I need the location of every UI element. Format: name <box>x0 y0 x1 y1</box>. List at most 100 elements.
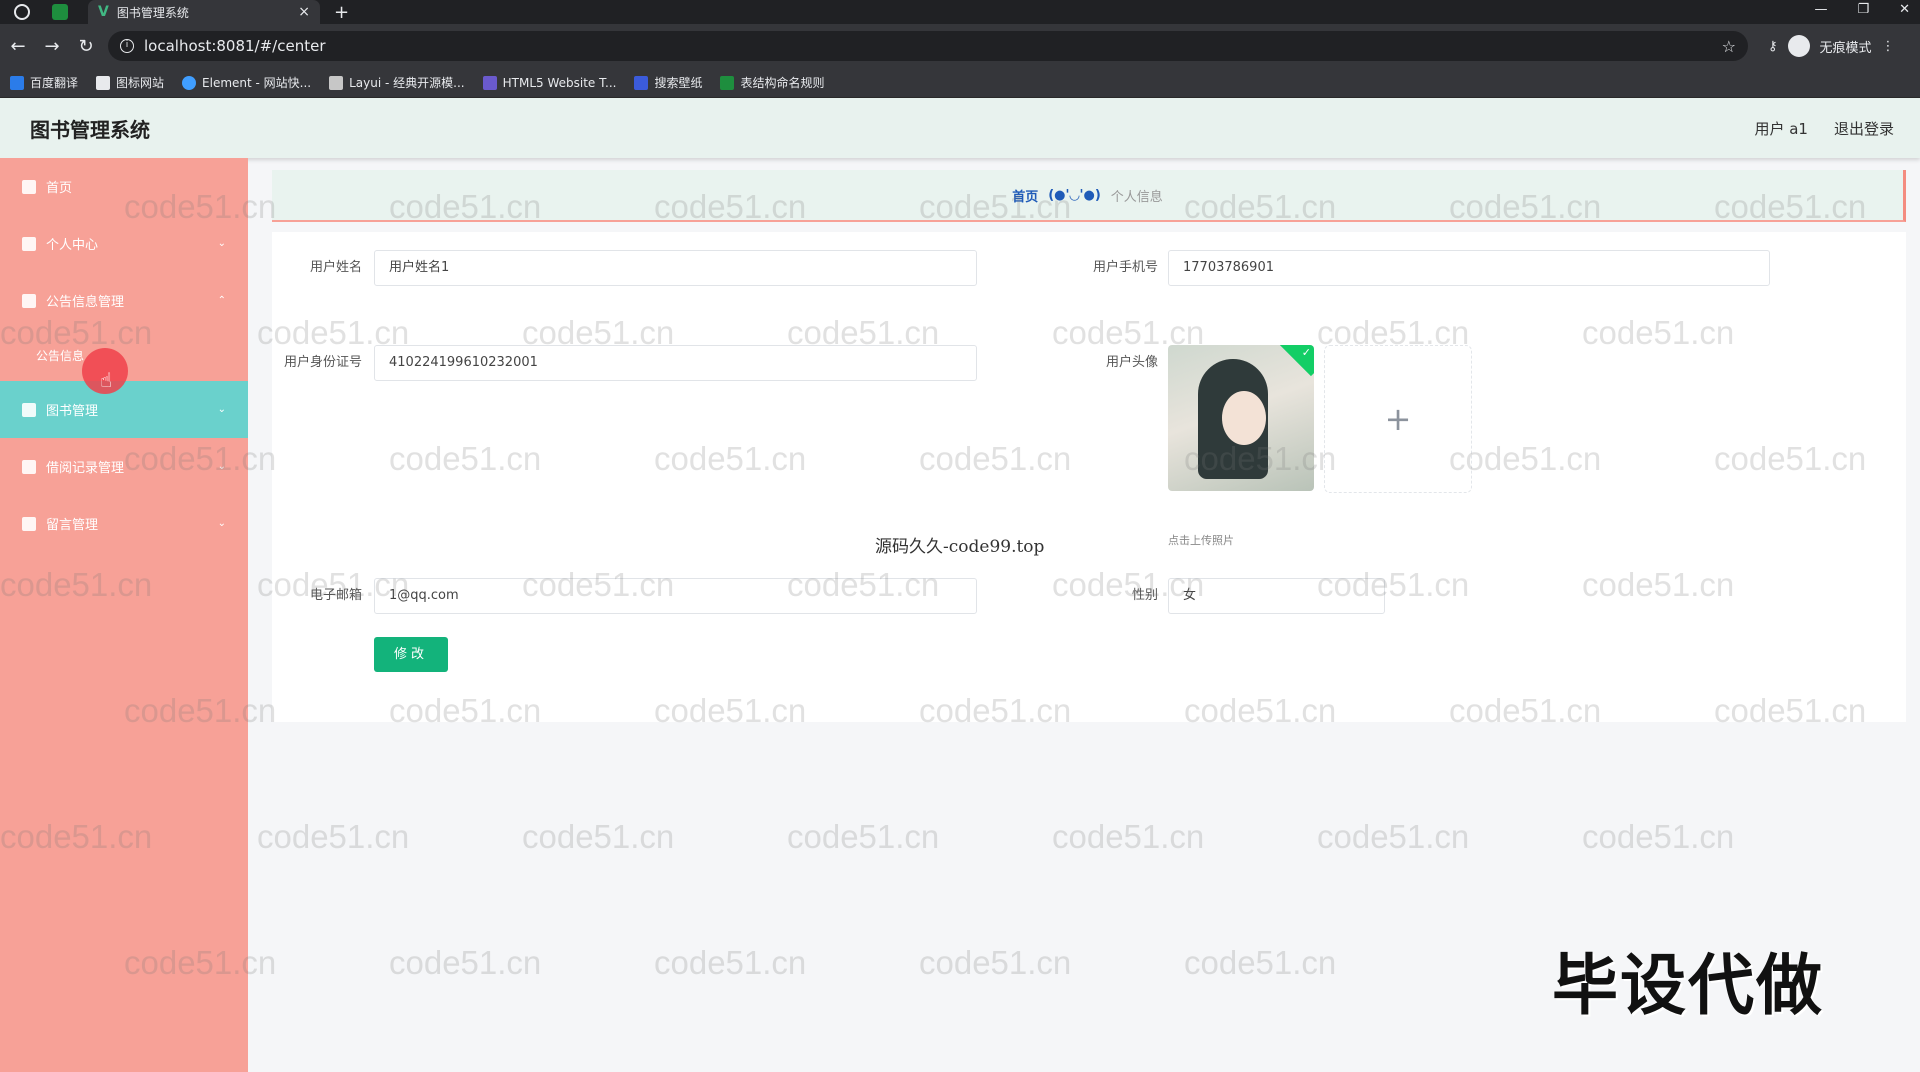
window-close-icon[interactable]: ✕ <box>1899 2 1910 17</box>
bookmark-item[interactable]: 表结构命名规则 <box>720 74 824 91</box>
avatar-face-shape <box>1222 391 1266 445</box>
url-text: localhost:8081/#/center <box>144 37 326 55</box>
back-icon[interactable]: ← <box>2 36 34 57</box>
pinned-tab-icon[interactable] <box>52 4 68 20</box>
watermark: code51.cn <box>522 818 675 855</box>
reload-icon[interactable]: ↻ <box>70 36 102 57</box>
html5-icon <box>482 75 497 90</box>
browser-toolbar: ← → ↻ i localhost:8081/#/center ☆ ⚷ 无痕模式… <box>0 24 1920 68</box>
sidebar-item-label: 图书管理 <box>46 404 99 419</box>
watermark: code51.cn <box>1317 818 1470 855</box>
app-header: 图书管理系统 用户 a1 退出登录 <box>0 98 1920 158</box>
bookmark-item[interactable]: 图标网站 <box>96 74 164 91</box>
avatar-label: 用户头像 <box>1105 355 1158 370</box>
home-icon <box>22 179 36 194</box>
sidebar-item-label: 个人中心 <box>46 238 99 253</box>
logout-link[interactable]: 退出登录 <box>1834 118 1894 139</box>
sidebar-item-messages[interactable]: 留言管理 ⌄ <box>0 495 248 552</box>
bookmark-item[interactable]: Element - 网站快... <box>182 74 311 91</box>
window-controls: — ❐ ✕ <box>1814 2 1910 17</box>
chevron-up-icon: ⌃ <box>217 295 226 306</box>
site-info-icon[interactable]: i <box>120 39 134 53</box>
sidebar-item-label: 公告信息管理 <box>46 295 125 310</box>
bookmark-item[interactable]: 搜索壁纸 <box>634 74 702 91</box>
watermark: code51.cn <box>389 944 542 981</box>
watermark: code51.cn <box>1184 944 1337 981</box>
browser-tab-strip: V 图书管理系统 × + — ❐ ✕ <box>0 0 1920 24</box>
app-title: 图书管理系统 <box>30 117 150 142</box>
id-card-input[interactable]: 410224199610232001 <box>374 345 977 381</box>
promo-overlay-text: 毕设代做 <box>1552 947 1824 1024</box>
breadcrumb-separator: (●'◡'●) <box>1048 187 1101 203</box>
sidebar-item-label: 借阅记录管理 <box>46 461 125 476</box>
breadcrumb-home[interactable]: 首页 <box>1012 186 1038 205</box>
bookmarks-bar: 百度翻译 图标网站 Element - 网站快... Layui - 经典开源模… <box>0 68 1920 98</box>
watermark: code51.cn <box>919 944 1072 981</box>
sidebar-item-borrow-records[interactable]: 借阅记录管理 ⌄ <box>0 438 248 495</box>
restore-icon[interactable]: ❐ <box>1857 2 1869 17</box>
flag-icon <box>96 75 111 90</box>
watermark: code51.cn <box>654 944 807 981</box>
name-label: 用户姓名 <box>309 260 362 275</box>
tab-title: 图书管理系统 <box>116 5 189 20</box>
source-caption: 源码久久-code99.top <box>875 537 1045 557</box>
user-icon <box>22 236 36 251</box>
incognito-icon[interactable] <box>1787 35 1810 57</box>
more-menu-icon[interactable]: ⋮ <box>1882 39 1895 54</box>
sidebar: 首页 个人中心 ⌄ 公告信息管理 ⌃ 公告信息 图书管理 ⌄ 借阅记录管理 ⌄ … <box>0 158 248 1072</box>
translate-icon <box>10 75 24 90</box>
avatar-image[interactable]: ✓ <box>1168 345 1314 491</box>
breadcrumb-current: 个人信息 <box>1110 189 1163 205</box>
bookmark-item[interactable]: 百度翻译 <box>10 74 78 91</box>
minimize-icon[interactable]: — <box>1814 2 1827 17</box>
gender-select[interactable]: 女 <box>1168 578 1385 614</box>
sidebar-item-profile[interactable]: 个人中心 ⌄ <box>0 215 248 272</box>
address-bar[interactable]: i localhost:8081/#/center ☆ <box>108 31 1748 61</box>
bookmark-item[interactable]: Layui - 经典开源模... <box>329 74 465 91</box>
incognito-label: 无痕模式 <box>1819 40 1872 56</box>
upload-tip: 点击上传照片 <box>1168 534 1234 547</box>
upload-add-button[interactable]: + <box>1324 345 1472 493</box>
element-icon <box>182 75 197 90</box>
sidebar-item-notice-manage[interactable]: 公告信息管理 ⌃ <box>0 272 248 329</box>
breadcrumb: 首页 (●'◡'●) 个人信息 <box>272 170 1906 222</box>
bookmark-star-icon[interactable]: ☆ <box>1722 37 1736 56</box>
watermark: code51.cn <box>787 818 940 855</box>
browser-menu-icon[interactable] <box>14 4 30 20</box>
watermark: code51.cn <box>1052 818 1205 855</box>
check-icon: ✓ <box>1301 346 1311 359</box>
current-user-label: 用户 a1 <box>1754 119 1808 138</box>
hand-cursor-icon: ☝ <box>100 368 113 392</box>
email-label: 电子邮箱 <box>309 588 362 603</box>
tab-close-icon[interactable]: × <box>298 4 310 20</box>
browser-tab[interactable]: V 图书管理系统 × <box>88 0 320 24</box>
gender-label: 性别 <box>1131 588 1158 603</box>
sheet-icon <box>720 75 735 90</box>
name-input[interactable]: 用户姓名1 <box>374 250 977 286</box>
bookmark-item[interactable]: HTML5 Website T... <box>482 75 616 90</box>
record-icon <box>22 459 36 474</box>
forward-icon[interactable]: → <box>36 36 68 57</box>
sidebar-item-home[interactable]: 首页 <box>0 158 248 215</box>
chevron-down-icon: ⌄ <box>217 518 226 529</box>
key-icon[interactable]: ⚷ <box>1768 39 1778 54</box>
new-tab-button[interactable]: + <box>334 2 349 23</box>
email-input[interactable]: 1@qq.com <box>374 578 977 614</box>
plus-icon: + <box>1384 400 1412 438</box>
id-card-label: 用户身份证号 <box>283 355 362 370</box>
sidebar-item-label: 留言管理 <box>46 518 99 533</box>
sidebar-item-books[interactable]: 图书管理 ⌄ <box>0 381 248 438</box>
wallpaper-icon <box>634 75 649 90</box>
layui-icon <box>329 75 344 90</box>
sidebar-subitem-label: 公告信息 <box>36 348 85 363</box>
chevron-down-icon: ⌄ <box>217 404 226 415</box>
phone-input[interactable]: 17703786901 <box>1168 250 1770 286</box>
notice-icon <box>22 293 36 308</box>
submit-button[interactable]: 修改 <box>374 637 448 672</box>
sidebar-item-label: 首页 <box>46 181 73 196</box>
profile-form-panel <box>272 232 1906 722</box>
message-icon <box>22 516 36 531</box>
phone-label: 用户手机号 <box>1092 260 1158 275</box>
chevron-down-icon: ⌄ <box>217 461 226 472</box>
chevron-down-icon: ⌄ <box>217 238 226 249</box>
